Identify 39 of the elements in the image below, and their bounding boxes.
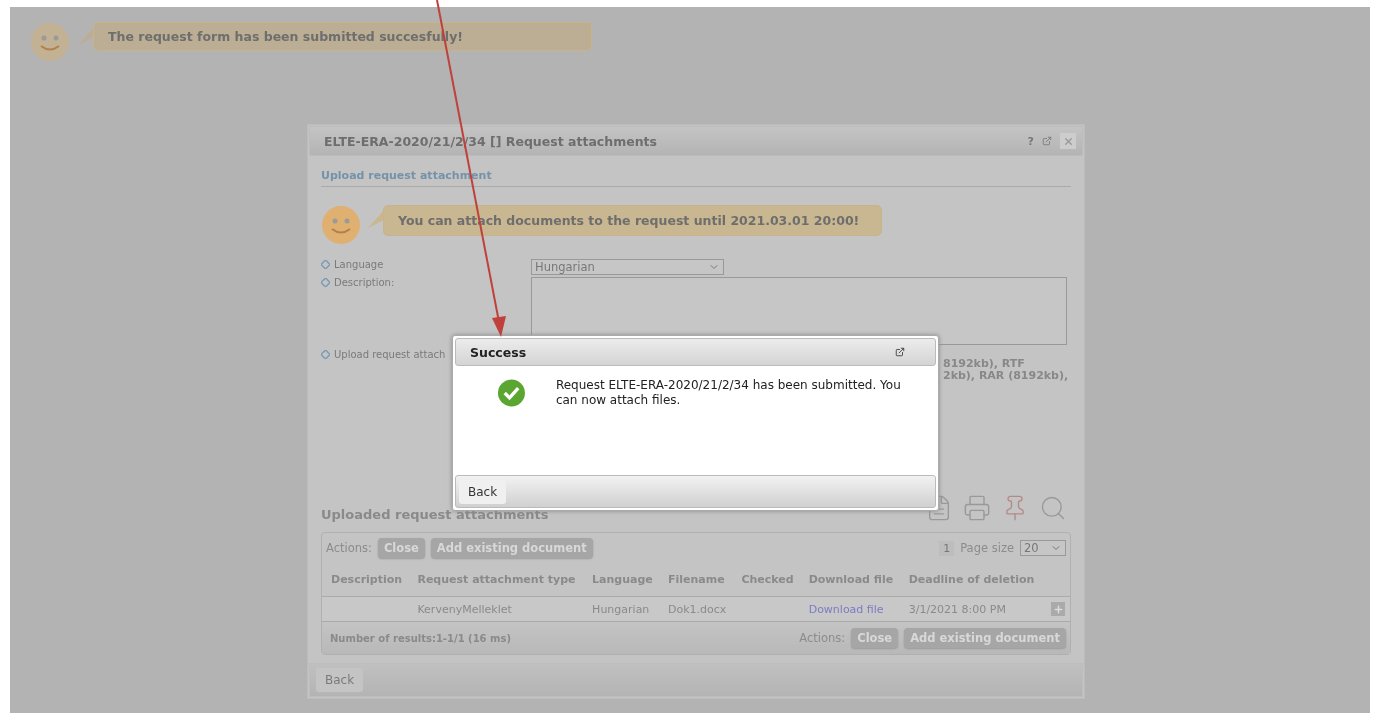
- column-header: Download file: [799, 563, 900, 597]
- search-icon[interactable]: [1039, 494, 1067, 522]
- actions-label: Actions:: [326, 541, 372, 555]
- printer-icon[interactable]: [963, 494, 991, 522]
- file-formats-text: 2kb), RAR (8192kb),: [943, 370, 1070, 382]
- column-header: Language: [583, 563, 659, 597]
- diamond-bullet-icon: [321, 278, 330, 287]
- help-button[interactable]: ?: [1027, 134, 1034, 148]
- diamond-bullet-icon: [321, 260, 330, 269]
- diamond-bullet-icon: [321, 350, 330, 359]
- back-button[interactable]: Back: [316, 668, 364, 692]
- column-header: Filename: [658, 563, 733, 597]
- file-formats-text: 8192kb), RTF: [943, 358, 1026, 370]
- dialog-title: Success: [470, 344, 527, 360]
- check-icon: [497, 378, 526, 408]
- field-label: Language: [334, 259, 384, 270]
- dialog-message: Request ELTE-ERA-2020/21/2/34 has been submitted. You can now attach files.: [555, 378, 902, 409]
- section-heading: Uploaded request attachments: [321, 507, 549, 522]
- page-number[interactable]: 1: [939, 540, 955, 556]
- table-cell: 3/1/2021 8:00 PM: [899, 596, 1042, 621]
- plus-icon: [1052, 603, 1064, 615]
- column-header: Request attachment type: [408, 563, 584, 597]
- column-header: Checked: [732, 563, 800, 597]
- page-size-label: Page size: [960, 541, 1014, 555]
- table-cell: Hungarian: [583, 596, 659, 621]
- column-header: Deadline of deletion: [899, 563, 1042, 597]
- language-select[interactable]: Hungarian: [531, 259, 724, 275]
- popout-icon[interactable]: [895, 347, 905, 357]
- table-cell: KervenyMelleklet: [408, 596, 584, 621]
- column-header: Description: [322, 563, 409, 597]
- close-icon: [1062, 135, 1074, 147]
- close-button[interactable]: [1060, 133, 1076, 149]
- page-size-select[interactable]: 20: [1020, 540, 1066, 556]
- smiley-icon: [321, 205, 361, 245]
- smiley-icon: [30, 22, 70, 62]
- expand-button[interactable]: [1051, 602, 1065, 616]
- field-label: Description:: [334, 277, 395, 288]
- field-label: Upload request attach: [334, 349, 446, 360]
- back-button[interactable]: Back: [459, 479, 507, 504]
